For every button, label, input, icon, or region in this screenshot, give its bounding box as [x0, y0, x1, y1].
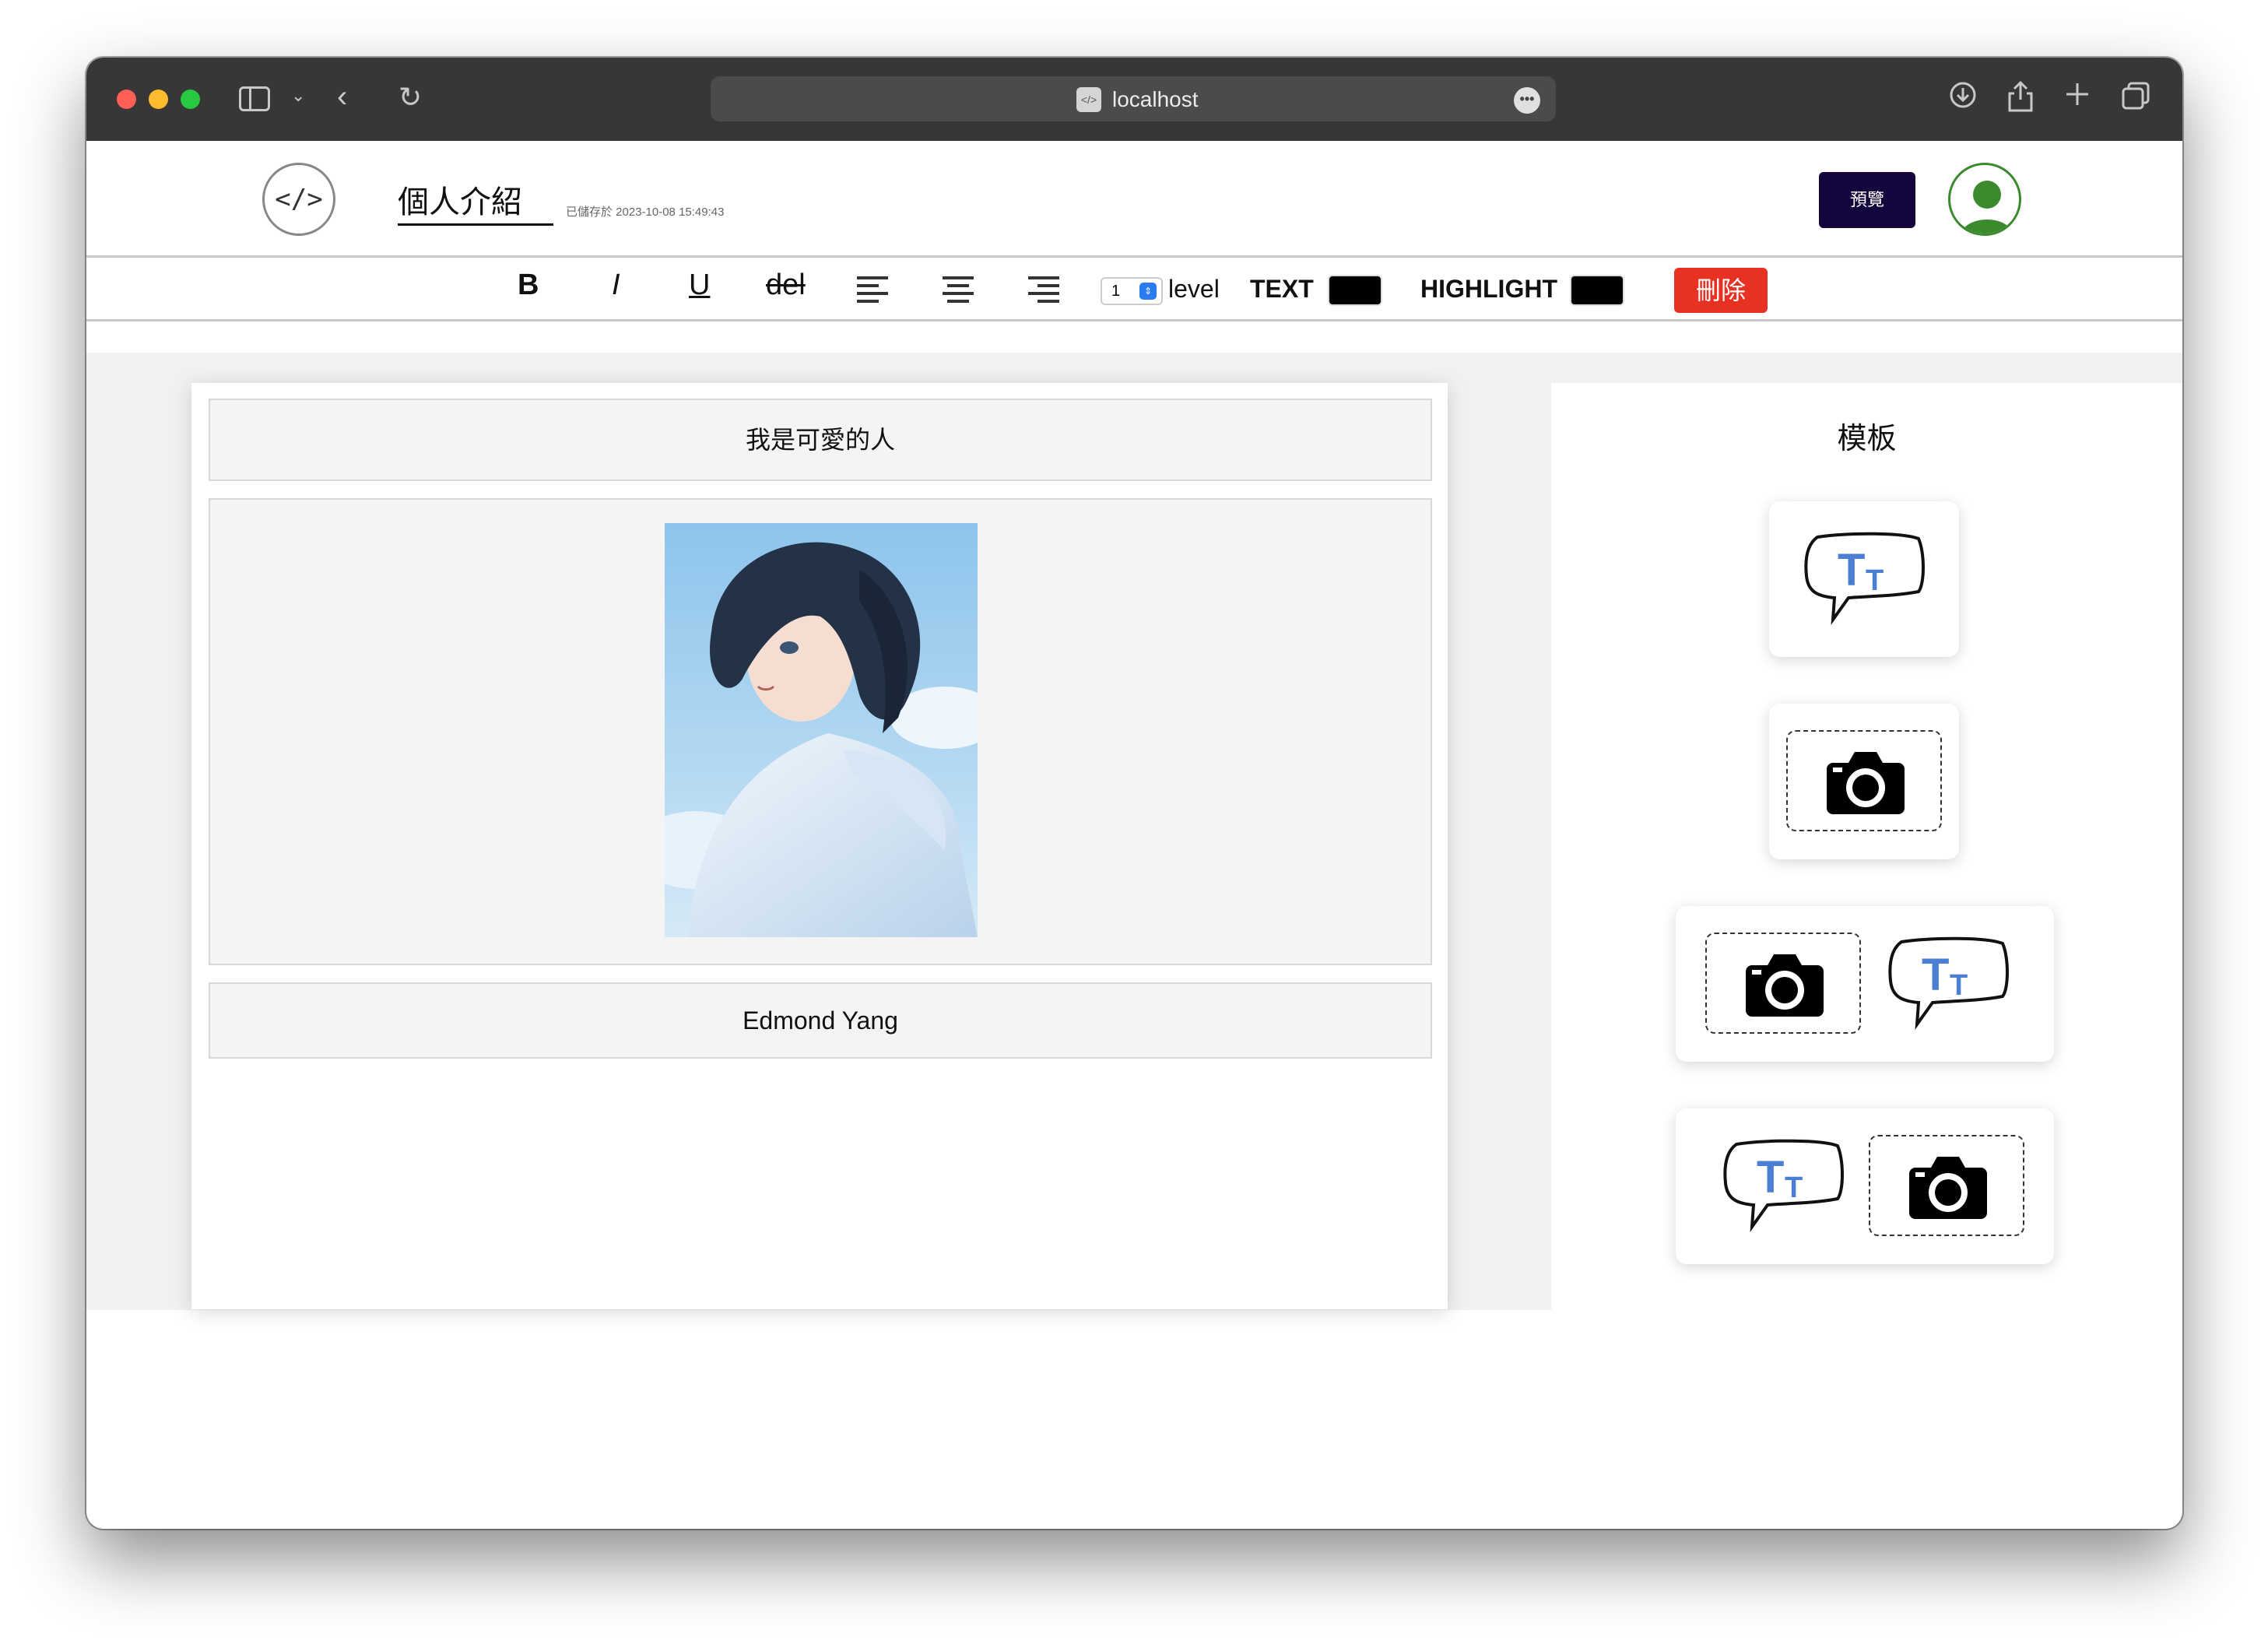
level-label: level	[1168, 275, 1220, 303]
svg-text:T: T	[1922, 950, 1949, 1000]
saved-timestamp: 已儲存於 2023-10-08 15:49:43	[566, 206, 725, 219]
user-avatar[interactable]	[1948, 163, 2021, 236]
svg-text:T: T	[1838, 545, 1865, 595]
zoom-window-button[interactable]	[181, 90, 200, 109]
close-window-button[interactable]	[117, 90, 136, 109]
url-text: localhost	[1112, 87, 1199, 111]
preview-button[interactable]: 預覽	[1819, 172, 1915, 228]
camera-icon	[1909, 1157, 1987, 1219]
browser-window: ⌄ ‹ ↻ </> localhost ••• </> 個人介紹 已儲存於 20…	[86, 58, 2182, 1529]
site-favicon-icon: </>	[1076, 87, 1101, 112]
svg-text:T: T	[1950, 969, 1968, 1002]
text-color-label: TEXT	[1250, 275, 1314, 303]
camera-icon	[1746, 954, 1824, 1017]
text-image-template-card[interactable]: T T	[1676, 1108, 2054, 1264]
reload-icon[interactable]: ↻	[398, 81, 422, 114]
select-arrows-icon: ⇕	[1139, 283, 1157, 300]
document-title-input[interactable]: 個人介紹	[398, 177, 553, 226]
level-select[interactable]: 1 ⇕	[1101, 277, 1163, 305]
workspace: 我是可愛的人 Edmond Yang 模板 T T T T T T	[86, 353, 2182, 1310]
bold-button[interactable]: B	[518, 269, 539, 302]
svg-text:T: T	[1757, 1152, 1784, 1203]
sidebar-toggle-icon[interactable]	[239, 86, 270, 111]
image-placeholder	[1869, 1135, 2024, 1236]
tab-overview-icon[interactable]	[2121, 81, 2150, 118]
image-block[interactable]	[209, 498, 1432, 965]
user-icon	[1961, 181, 2013, 234]
image-placeholder	[1705, 933, 1861, 1034]
underline-button[interactable]: U	[689, 269, 710, 302]
text-block-content[interactable]: Edmond Yang	[210, 984, 1431, 1057]
more-options-icon[interactable]: •••	[1514, 87, 1540, 114]
text-block-content[interactable]: 我是可愛的人	[210, 400, 1431, 480]
text-block[interactable]: 我是可愛的人	[209, 399, 1432, 481]
editor-canvas: 我是可愛的人 Edmond Yang	[191, 383, 1448, 1309]
app-logo[interactable]: </>	[262, 163, 335, 236]
templates-panel: 模板 T T T T T T	[1551, 383, 2182, 1310]
svg-text:T: T	[1785, 1172, 1803, 1204]
italic-button[interactable]: I	[612, 269, 620, 302]
new-tab-icon[interactable]	[2064, 81, 2091, 114]
text-block[interactable]: Edmond Yang	[209, 982, 1432, 1059]
templates-title: 模板	[1837, 423, 1897, 455]
text-bubble-icon: T T	[1888, 936, 2009, 1030]
image-text-template-card[interactable]: T T	[1676, 906, 2054, 1062]
text-bubble-icon: T T	[1804, 532, 1925, 625]
share-icon[interactable]	[2007, 80, 2034, 119]
highlight-color-label: HIGHLIGHT	[1420, 275, 1557, 303]
text-template-card[interactable]: T T	[1769, 501, 1959, 657]
level-value: 1	[1111, 283, 1121, 300]
formatting-toolbar: B I U del 1 ⇕ level TEXT HIGHLIGHT 刪除	[86, 258, 2182, 321]
browser-titlebar: ⌄ ‹ ↻ </> localhost •••	[86, 58, 2182, 141]
app-header: </> 個人介紹 已儲存於 2023-10-08 15:49:43 預覽	[86, 141, 2182, 258]
image-template-card[interactable]	[1769, 704, 1959, 859]
chevron-down-icon[interactable]: ⌄	[291, 86, 305, 106]
delete-button[interactable]: 刪除	[1674, 268, 1768, 313]
text-bubble-icon: T T	[1723, 1139, 1844, 1232]
align-left-icon[interactable]	[857, 276, 888, 303]
align-right-icon[interactable]	[1028, 276, 1059, 303]
minimize-window-button[interactable]	[149, 90, 168, 109]
text-color-picker[interactable]	[1328, 275, 1382, 306]
align-center-icon[interactable]	[943, 276, 974, 303]
image-placeholder	[1786, 730, 1942, 831]
profile-image[interactable]	[665, 523, 978, 937]
camera-icon	[1827, 752, 1905, 814]
back-icon[interactable]: ‹	[337, 79, 347, 114]
strikethrough-button[interactable]: del	[766, 269, 806, 302]
download-icon[interactable]	[1949, 81, 1977, 116]
highlight-color-picker[interactable]	[1570, 275, 1624, 306]
address-bar[interactable]: </> localhost •••	[711, 76, 1556, 121]
svg-text:T: T	[1866, 564, 1884, 597]
